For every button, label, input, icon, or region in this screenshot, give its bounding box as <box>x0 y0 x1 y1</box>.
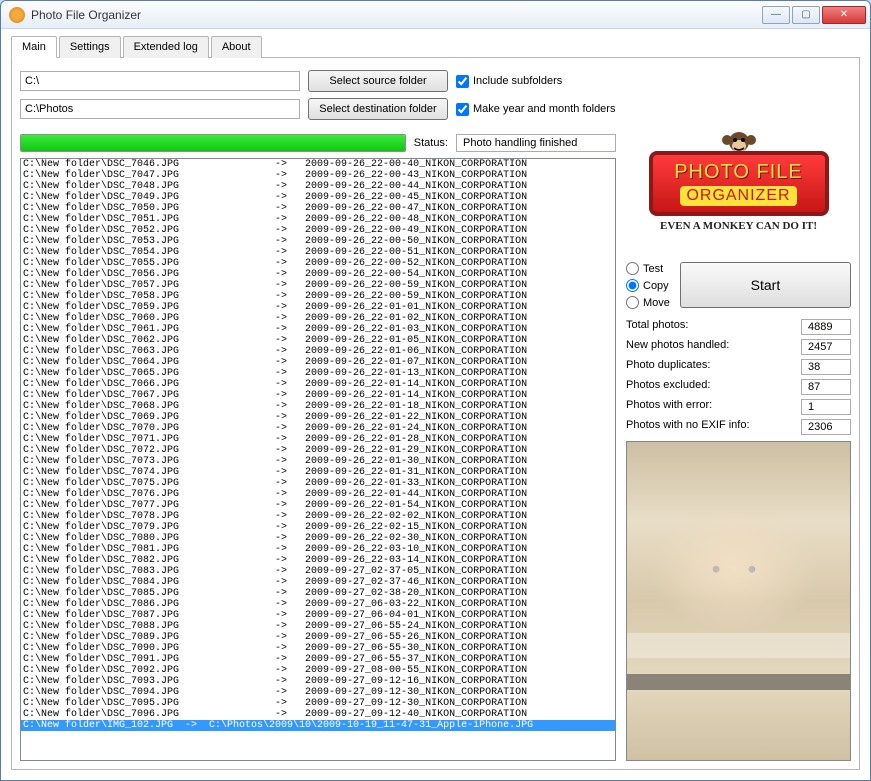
log-line[interactable]: C:\New folder\DSC_7057.JPG -> 2009-09-26… <box>21 280 615 291</box>
start-button[interactable]: Start <box>680 262 851 308</box>
log-line[interactable]: C:\New folder\DSC_7055.JPG -> 2009-09-26… <box>21 258 615 269</box>
log-line-selected[interactable]: C:\New folder\IMG_102.JPG -> C:\Photos\2… <box>21 720 615 731</box>
log-line[interactable]: C:\New folder\DSC_7076.JPG -> 2009-09-26… <box>21 489 615 500</box>
log-line[interactable]: C:\New folder\DSC_7080.JPG -> 2009-09-26… <box>21 533 615 544</box>
log-line[interactable]: C:\New folder\DSC_7081.JPG -> 2009-09-26… <box>21 544 615 555</box>
dest-path-input[interactable] <box>20 99 300 119</box>
log-line[interactable]: C:\New folder\DSC_7065.JPG -> 2009-09-26… <box>21 368 615 379</box>
titlebar[interactable]: Photo File Organizer — ▢ ✕ <box>1 1 870 29</box>
log-line[interactable]: C:\New folder\DSC_7053.JPG -> 2009-09-26… <box>21 236 615 247</box>
stats-panel: Total photos: 4889 New photos handled: 2… <box>626 319 851 435</box>
log-line[interactable]: C:\New folder\DSC_7068.JPG -> 2009-09-26… <box>21 401 615 412</box>
log-line[interactable]: C:\New folder\DSC_7093.JPG -> 2009-09-27… <box>21 676 615 687</box>
log-line[interactable]: C:\New folder\DSC_7096.JPG -> 2009-09-27… <box>21 709 615 720</box>
tab-main[interactable]: Main <box>11 36 57 58</box>
log-line[interactable]: C:\New folder\DSC_7067.JPG -> 2009-09-26… <box>21 390 615 401</box>
log-line[interactable]: C:\New folder\DSC_7086.JPG -> 2009-09-27… <box>21 599 615 610</box>
log-line[interactable]: C:\New folder\DSC_7059.JPG -> 2009-09-26… <box>21 302 615 313</box>
log-line[interactable]: C:\New folder\DSC_7061.JPG -> 2009-09-26… <box>21 324 615 335</box>
select-source-button[interactable]: Select source folder <box>308 70 448 92</box>
stat-noexif-label: Photos with no EXIF info: <box>626 419 791 435</box>
log-line[interactable]: C:\New folder\DSC_7094.JPG -> 2009-09-27… <box>21 687 615 698</box>
log-line[interactable]: C:\New folder\DSC_7084.JPG -> 2009-09-27… <box>21 577 615 588</box>
select-dest-button[interactable]: Select destination folder <box>308 98 448 120</box>
include-subfolders-checkbox[interactable]: Include subfolders <box>456 75 562 88</box>
progress-bar <box>20 134 406 152</box>
log-line[interactable]: C:\New folder\DSC_7085.JPG -> 2009-09-27… <box>21 588 615 599</box>
log-line[interactable]: C:\New folder\DSC_7048.JPG -> 2009-09-26… <box>21 181 615 192</box>
maximize-button[interactable]: ▢ <box>792 6 820 24</box>
log-line[interactable]: C:\New folder\DSC_7079.JPG -> 2009-09-26… <box>21 522 615 533</box>
status-label: Status: <box>414 137 448 149</box>
log-line[interactable]: C:\New folder\DSC_7074.JPG -> 2009-09-26… <box>21 467 615 478</box>
log-line[interactable]: C:\New folder\DSC_7069.JPG -> 2009-09-26… <box>21 412 615 423</box>
stat-dup-value: 38 <box>801 359 851 375</box>
log-line[interactable]: C:\New folder\DSC_7052.JPG -> 2009-09-26… <box>21 225 615 236</box>
app-logo: PHOTO FILE ORGANIZER EVEN A MONKEY CAN D… <box>626 126 851 256</box>
app-window: Photo File Organizer — ▢ ✕ MainSettingsE… <box>0 0 871 781</box>
log-line[interactable]: C:\New folder\DSC_7047.JPG -> 2009-09-26… <box>21 170 615 181</box>
window-title: Photo File Organizer <box>31 8 760 22</box>
log-line[interactable]: C:\New folder\DSC_7051.JPG -> 2009-09-26… <box>21 214 615 225</box>
log-line[interactable]: C:\New folder\DSC_7095.JPG -> 2009-09-27… <box>21 698 615 709</box>
tabs: MainSettingsExtended logAbout <box>11 35 860 58</box>
stat-excl-value: 87 <box>801 379 851 395</box>
mode-radio-copy[interactable]: Copy <box>626 279 670 292</box>
log-line[interactable]: C:\New folder\DSC_7070.JPG -> 2009-09-26… <box>21 423 615 434</box>
log-line[interactable]: C:\New folder\DSC_7072.JPG -> 2009-09-26… <box>21 445 615 456</box>
mode-radio-move[interactable]: Move <box>626 296 670 309</box>
close-button[interactable]: ✕ <box>822 6 866 24</box>
log-line[interactable]: C:\New folder\DSC_7056.JPG -> 2009-09-26… <box>21 269 615 280</box>
log-line[interactable]: C:\New folder\DSC_7090.JPG -> 2009-09-27… <box>21 643 615 654</box>
log-line[interactable]: C:\New folder\DSC_7078.JPG -> 2009-09-26… <box>21 511 615 522</box>
log-line[interactable]: C:\New folder\DSC_7071.JPG -> 2009-09-26… <box>21 434 615 445</box>
log-line[interactable]: C:\New folder\DSC_7091.JPG -> 2009-09-27… <box>21 654 615 665</box>
log-line[interactable]: C:\New folder\DSC_7064.JPG -> 2009-09-26… <box>21 357 615 368</box>
stat-noexif-value: 2306 <box>801 419 851 435</box>
source-path-input[interactable] <box>20 71 300 91</box>
log-listbox[interactable]: C:\New folder\DSC_7046.JPG -> 2009-09-26… <box>20 158 616 761</box>
log-line[interactable]: C:\New folder\DSC_7063.JPG -> 2009-09-26… <box>21 346 615 357</box>
stat-err-label: Photos with error: <box>626 399 791 415</box>
log-line[interactable]: C:\New folder\DSC_7077.JPG -> 2009-09-26… <box>21 500 615 511</box>
log-line[interactable]: C:\New folder\DSC_7046.JPG -> 2009-09-26… <box>21 159 615 170</box>
stat-dup-label: Photo duplicates: <box>626 359 791 375</box>
log-line[interactable]: C:\New folder\DSC_7075.JPG -> 2009-09-26… <box>21 478 615 489</box>
log-line[interactable]: C:\New folder\DSC_7060.JPG -> 2009-09-26… <box>21 313 615 324</box>
tab-settings[interactable]: Settings <box>59 36 121 58</box>
stat-excl-label: Photos excluded: <box>626 379 791 395</box>
tab-extended-log[interactable]: Extended log <box>123 36 209 58</box>
minimize-button[interactable]: — <box>762 6 790 24</box>
stat-total-label: Total photos: <box>626 319 791 335</box>
log-line[interactable]: C:\New folder\DSC_7066.JPG -> 2009-09-26… <box>21 379 615 390</box>
log-line[interactable]: C:\New folder\DSC_7049.JPG -> 2009-09-26… <box>21 192 615 203</box>
app-icon <box>9 7 25 23</box>
log-line[interactable]: C:\New folder\DSC_7092.JPG -> 2009-09-27… <box>21 665 615 676</box>
log-line[interactable]: C:\New folder\DSC_7058.JPG -> 2009-09-26… <box>21 291 615 302</box>
log-line[interactable]: C:\New folder\DSC_7073.JPG -> 2009-09-26… <box>21 456 615 467</box>
mode-radio-test[interactable]: Test <box>626 262 670 275</box>
log-line[interactable]: C:\New folder\DSC_7082.JPG -> 2009-09-26… <box>21 555 615 566</box>
log-line[interactable]: C:\New folder\DSC_7089.JPG -> 2009-09-27… <box>21 632 615 643</box>
log-line[interactable]: C:\New folder\DSC_7062.JPG -> 2009-09-26… <box>21 335 615 346</box>
log-line[interactable]: C:\New folder\DSC_7087.JPG -> 2009-09-27… <box>21 610 615 621</box>
mode-radios: Test Copy Move <box>626 262 670 309</box>
make-year-month-checkbox[interactable]: Make year and month folders <box>456 103 615 116</box>
stat-new-value: 2457 <box>801 339 851 355</box>
stat-new-label: New photos handled: <box>626 339 791 355</box>
log-line[interactable]: C:\New folder\DSC_7050.JPG -> 2009-09-26… <box>21 203 615 214</box>
stat-err-value: 1 <box>801 399 851 415</box>
stat-total-value: 4889 <box>801 319 851 335</box>
tab-about[interactable]: About <box>211 36 262 58</box>
log-line[interactable]: C:\New folder\DSC_7054.JPG -> 2009-09-26… <box>21 247 615 258</box>
status-value: Photo handling finished <box>456 134 616 152</box>
photo-preview <box>626 441 851 761</box>
log-line[interactable]: C:\New folder\DSC_7083.JPG -> 2009-09-27… <box>21 566 615 577</box>
log-line[interactable]: C:\New folder\DSC_7088.JPG -> 2009-09-27… <box>21 621 615 632</box>
